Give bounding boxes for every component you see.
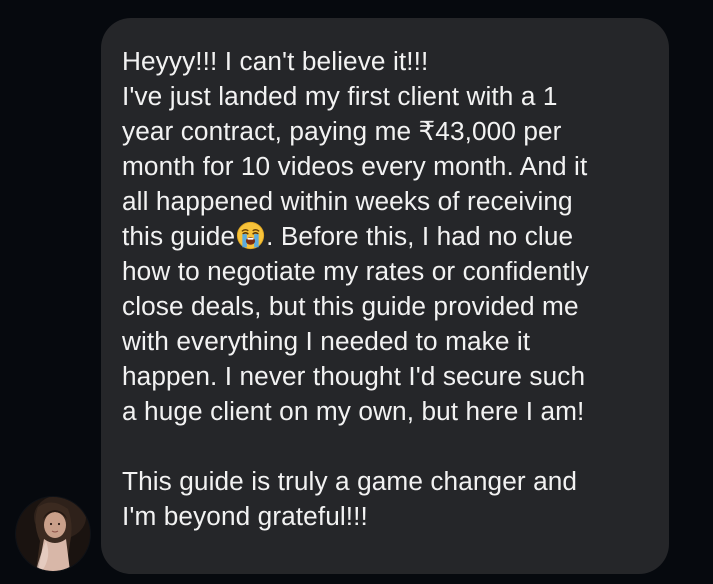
message-line: a huge client on my own, but here I am!	[122, 396, 585, 426]
message-paragraph-2: This guide is truly a game changer and I…	[122, 464, 653, 534]
message-line-with-emoji: this guide . Before this, I had no clue	[122, 219, 653, 254]
message-line: I've just landed my first client with a …	[122, 81, 558, 111]
message-paragraph-1: Heyyy!!! I can't believe it!!! I've just…	[122, 44, 653, 429]
loudly-crying-face-icon	[237, 221, 265, 250]
message-line: month for 10 videos every month. And it	[122, 151, 588, 181]
message-line: year contract, paying me ₹43,000 per	[122, 116, 562, 146]
message-line: close deals, but this guide provided me	[122, 291, 579, 321]
message-line: all happened within weeks of receiving	[122, 186, 573, 216]
message-line: Heyyy!!! I can't believe it!!!	[122, 46, 429, 76]
message-line: This guide is truly a game changer and	[122, 466, 578, 496]
message-text: . Before this, I had no clue	[266, 221, 574, 251]
avatar-photo	[16, 497, 90, 571]
sender-avatar[interactable]	[16, 497, 90, 571]
message-line: how to negotiate my rates or confidently	[122, 256, 589, 286]
message-line: happen. I never thought I'd secure such	[122, 361, 586, 391]
message-line: I'm beyond grateful!!!	[122, 501, 368, 531]
message-text: this guide	[122, 221, 236, 251]
message-line: with everything I needed to make it	[122, 326, 531, 356]
message-bubble[interactable]: Heyyy!!! I can't believe it!!! I've just…	[101, 18, 669, 574]
chat-screen: Heyyy!!! I can't believe it!!! I've just…	[0, 0, 713, 584]
